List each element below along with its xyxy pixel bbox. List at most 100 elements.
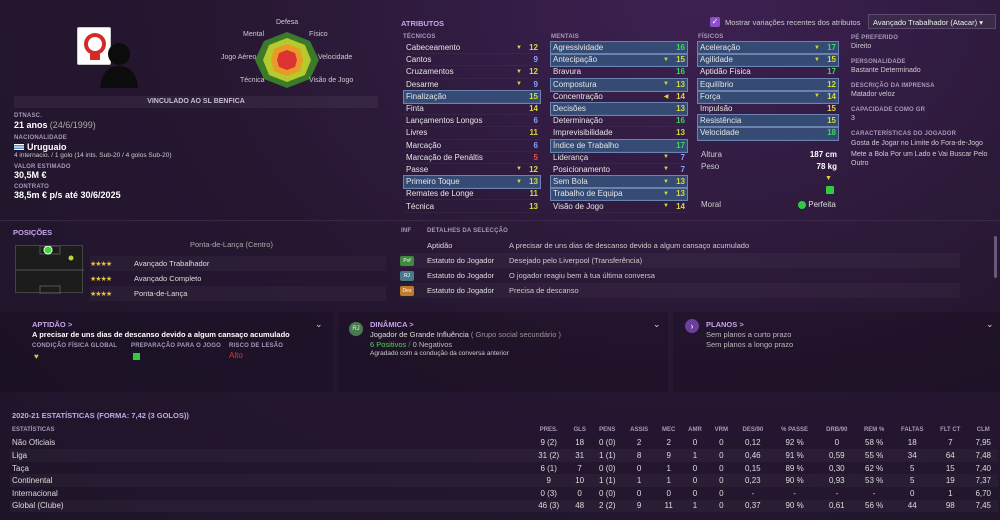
stats-header[interactable]: ESTATÍSTICAS	[10, 424, 530, 437]
attribute-name: Cruzamentos	[406, 67, 454, 77]
stats-header[interactable]: ASSIS	[623, 424, 656, 437]
table-row[interactable]: Global (Clube) 46 (3) 48 2 (2) 9 11 1 0 0,37 90 %…	[10, 500, 998, 513]
stats-header[interactable]: DRB/90	[818, 424, 856, 437]
attribute-name: Liderança	[553, 152, 589, 162]
attribute-row[interactable]: Sem Bola ▼ 13	[550, 175, 688, 190]
chevron-down-icon[interactable]: ⌄	[315, 319, 323, 330]
stats-header[interactable]: DES/90	[734, 424, 771, 437]
scrollbar[interactable]	[994, 236, 997, 278]
attribute-change-icon: ▼	[814, 93, 820, 100]
attribute-row[interactable]: Cantos 9	[404, 54, 540, 67]
info-row[interactable]: Pvf Estatuto do Jogador Desejado pelo Live…	[400, 253, 960, 268]
attribute-row[interactable]: Trabalho de Equipa ▼ 13	[550, 187, 688, 202]
table-row[interactable]: Continental 9 10 1 (1) 1 1 0 0 0,23 90 % 0,93 53 % 5…	[10, 474, 998, 487]
attribute-row[interactable]: Liderança ▼ 7	[551, 152, 687, 164]
table-cell: 0	[692, 488, 698, 498]
short-plans: Sem planos a curto prazo	[706, 330, 792, 339]
personality: Bastante Determinado	[851, 67, 921, 74]
role-select[interactable]: Avançado Trabalhador (Atacar) ▾	[868, 14, 996, 29]
stats-header[interactable]: CLM	[968, 424, 998, 437]
attribute-row[interactable]: Cabeceamento ▼ 12	[404, 42, 540, 55]
attribute-row[interactable]: Primeiro Toque ▼ 13	[403, 175, 541, 190]
attribute-row[interactable]: Passe ▼ 12	[404, 164, 540, 177]
attribute-row[interactable]: Agressividade 16	[550, 40, 688, 56]
attribute-row[interactable]: Concentração ◀ 14	[551, 91, 687, 103]
table-row[interactable]: Internacional 0 (3) 0 0 (0) 0 0 0 0 - - - - 0 1 6,70	[10, 487, 998, 500]
attribute-row[interactable]: Imprevisibilidade 13	[551, 127, 687, 140]
dynamics-title[interactable]: DINÂMICA >	[370, 320, 414, 329]
nationality[interactable]: Uruguaio	[27, 142, 67, 152]
attribute-row[interactable]: Aceleração ▼ 17	[697, 40, 839, 56]
stats-header[interactable]: AMR	[682, 424, 709, 437]
dob: (24/6/1999)	[49, 120, 96, 130]
plans-title[interactable]: PLANOS >	[706, 320, 744, 329]
attribute-value: 13	[676, 79, 685, 89]
attribute-row[interactable]: Remates de Longe 11	[404, 188, 540, 201]
attribute-row[interactable]: Resistência 15	[697, 114, 839, 129]
stats-header[interactable]: FLT CT	[932, 424, 968, 437]
chevron-down-icon[interactable]: ⌄	[653, 319, 661, 330]
stats-header[interactable]: REM %	[856, 424, 893, 437]
attribute-row[interactable]: Lançamentos Longos 6	[404, 115, 540, 128]
attribute-row[interactable]: Determinação 16	[551, 115, 687, 128]
info-row[interactable]: RJ Estatuto do Jogador O jogador reagiu be…	[400, 268, 960, 283]
caps: 4 internacio. / 1 golo (14 ints. Sub-20 …	[14, 152, 172, 159]
attribute-row[interactable]: Equilíbrio 12	[697, 77, 839, 92]
fitness-title[interactable]: APTIDÃO >	[32, 320, 72, 329]
stats-header[interactable]: PRES.	[530, 424, 567, 437]
stats-header[interactable]: VRM	[708, 424, 734, 437]
traits-label: CARACTERÍSTICAS DO JOGADOR	[851, 131, 957, 137]
attribute-row[interactable]: Técnica 13	[404, 200, 540, 213]
role-select-value: Avançado Trabalhador (Atacar)	[873, 18, 978, 27]
mental-list: Agressividade 16 Antecipação ▼ 15 Bravura 16 Co…	[550, 40, 688, 213]
attribute-name: Marcação de Penáltis	[406, 152, 483, 162]
attribute-row[interactable]: Antecipação ▼ 15	[550, 53, 688, 68]
role-row[interactable]: ★★★★ Ponta-de-Lança	[90, 286, 386, 301]
height: 187 cm	[809, 150, 837, 159]
trait-1: Gosta de Jogar no Limite do Fora-de-Jogo	[851, 140, 983, 147]
chevron-down-icon[interactable]: ⌄	[986, 319, 994, 330]
table-row[interactable]: Não Oficiais 9 (2) 18 0 (0) 2 2 0 0 0,12 92 % 0 58 …	[10, 437, 998, 450]
attribute-name: Determinação	[553, 116, 603, 126]
attribute-row[interactable]: Finalização 15	[403, 89, 541, 104]
radar-label-bottom-left: Técnica	[240, 77, 265, 84]
fitness-text: A precisar de uns dias de descanso devid…	[32, 330, 290, 339]
attribute-row[interactable]: Marcação 6	[404, 140, 540, 152]
attribute-row[interactable]: Livres 11	[404, 127, 540, 140]
attribute-row[interactable]: Decisões 13	[550, 101, 688, 117]
stats-header[interactable]: % PASSE	[771, 424, 817, 437]
attribute-row[interactable]: Desarme ▼ 9	[404, 79, 540, 91]
info-row[interactable]: Aptidão A precisar de uns dias de descans…	[400, 238, 960, 253]
attribute-value: 12	[529, 164, 538, 174]
attribute-row[interactable]: Compostura ▼ 13	[550, 77, 688, 92]
attribute-row[interactable]: Finta 14	[404, 103, 540, 116]
radar-label-top-left: Mental	[243, 31, 265, 38]
table-row[interactable]: Taça 6 (1) 7 0 (0) 0 1 0 0 0,15 89 % 0,30 62 % 5 15 7,…	[10, 462, 998, 475]
stats-header[interactable]: PENS	[592, 424, 623, 437]
attribute-row[interactable]: Bravura 16	[551, 66, 687, 79]
attribute-row[interactable]: Força ▼ 14	[697, 89, 839, 104]
info-row[interactable]: Des Estatuto do Jogador Precisa de descans…	[400, 283, 960, 298]
show-changes-label[interactable]: Mostrar variações recentes dos atributos	[725, 18, 860, 27]
attribute-row[interactable]: Velocidade 18	[697, 126, 839, 141]
attribute-name: Passe	[406, 164, 429, 174]
attribute-row[interactable]: Impulsão 15	[698, 103, 838, 116]
show-changes-checkbox[interactable]: ✓	[710, 17, 720, 27]
attribute-row[interactable]: Agilidade ▼ 15	[697, 53, 839, 68]
stats-header[interactable]: MEC	[656, 424, 682, 437]
table-row[interactable]: Liga 31 (2) 31 1 (1) 8 9 1 0 0,46 91 % 0,59 55 % 34 6…	[10, 449, 998, 462]
stats-header[interactable]: FALTAS	[892, 424, 932, 437]
attribute-row[interactable]: Marcação de Penáltis 5	[404, 152, 540, 164]
role-name: Ponta-de-Lança	[134, 289, 188, 298]
role-row[interactable]: ★★★★ Avançado Completo	[90, 271, 386, 286]
attribute-value: 14	[676, 91, 685, 101]
attribute-row[interactable]: Aptidão Física 17	[698, 66, 838, 79]
attribute-name: Agilidade	[700, 55, 733, 65]
attribute-name: Impulsão	[700, 104, 733, 114]
attribute-row[interactable]: Visão de Jogo ▼ 14	[551, 200, 687, 213]
attribute-row[interactable]: Índice de Trabalho 17	[550, 138, 688, 153]
attribute-row[interactable]: Cruzamentos ▼ 12	[404, 66, 540, 79]
attribute-row[interactable]: Posicionamento ▼ 7	[551, 164, 687, 177]
stats-header[interactable]: GLS	[567, 424, 592, 437]
role-row[interactable]: ★★★★ Avançado Trabalhador	[90, 256, 386, 271]
